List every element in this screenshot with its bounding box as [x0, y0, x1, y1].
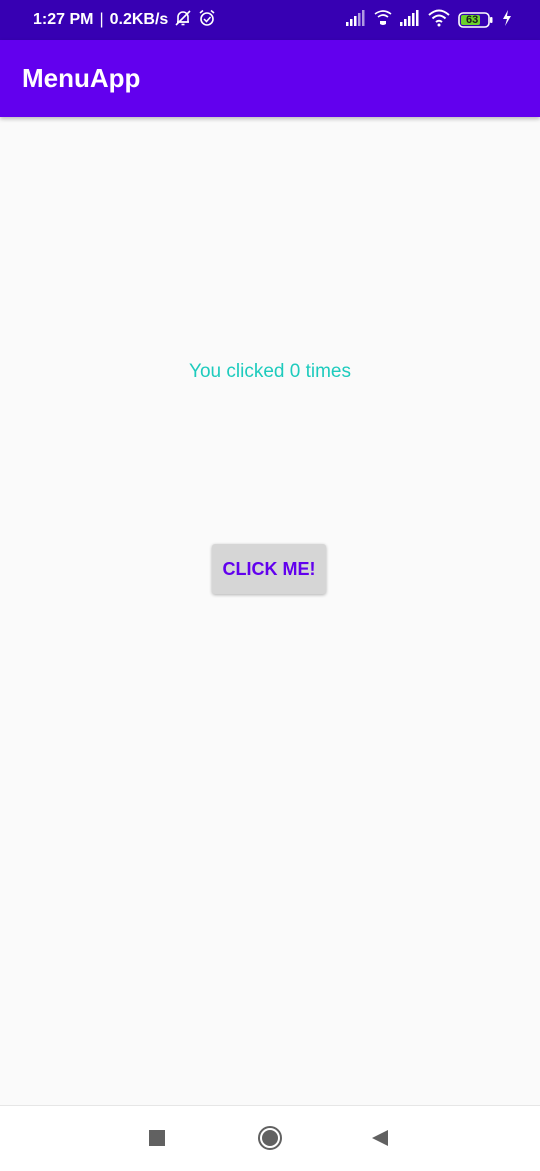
app-title: MenuApp — [22, 63, 141, 93]
status-net-speed: 0.2KB/s — [109, 11, 169, 28]
back-icon[interactable] — [370, 1128, 390, 1148]
charging-icon — [502, 9, 512, 31]
signal-icon — [346, 9, 366, 31]
click-me-button[interactable]: CLICK ME! — [212, 544, 326, 594]
status-separator: | — [99, 11, 104, 28]
home-icon[interactable] — [257, 1125, 283, 1151]
navigation-bar — [0, 1105, 540, 1171]
recents-icon[interactable] — [148, 1129, 166, 1147]
battery-icon: 63 — [458, 11, 494, 29]
status-right: 63 — [346, 9, 512, 32]
mute-bell-icon — [174, 9, 192, 32]
alarm-icon — [198, 9, 216, 32]
click-counter-text: You clicked 0 times — [189, 361, 351, 382]
main-content: You clicked 0 times CLICK ME! — [0, 117, 540, 1105]
status-left: 1:27 PM | 0.2KB/s — [33, 9, 216, 32]
battery-level: 63 — [466, 14, 479, 26]
signal-icon — [400, 9, 420, 31]
status-time: 1:27 PM — [33, 11, 94, 28]
wifi-calling-icon — [374, 9, 392, 32]
wifi-icon — [428, 9, 450, 32]
status-bar: 1:27 PM | 0.2KB/s 63 — [0, 0, 540, 40]
app-bar: MenuApp — [0, 40, 540, 117]
